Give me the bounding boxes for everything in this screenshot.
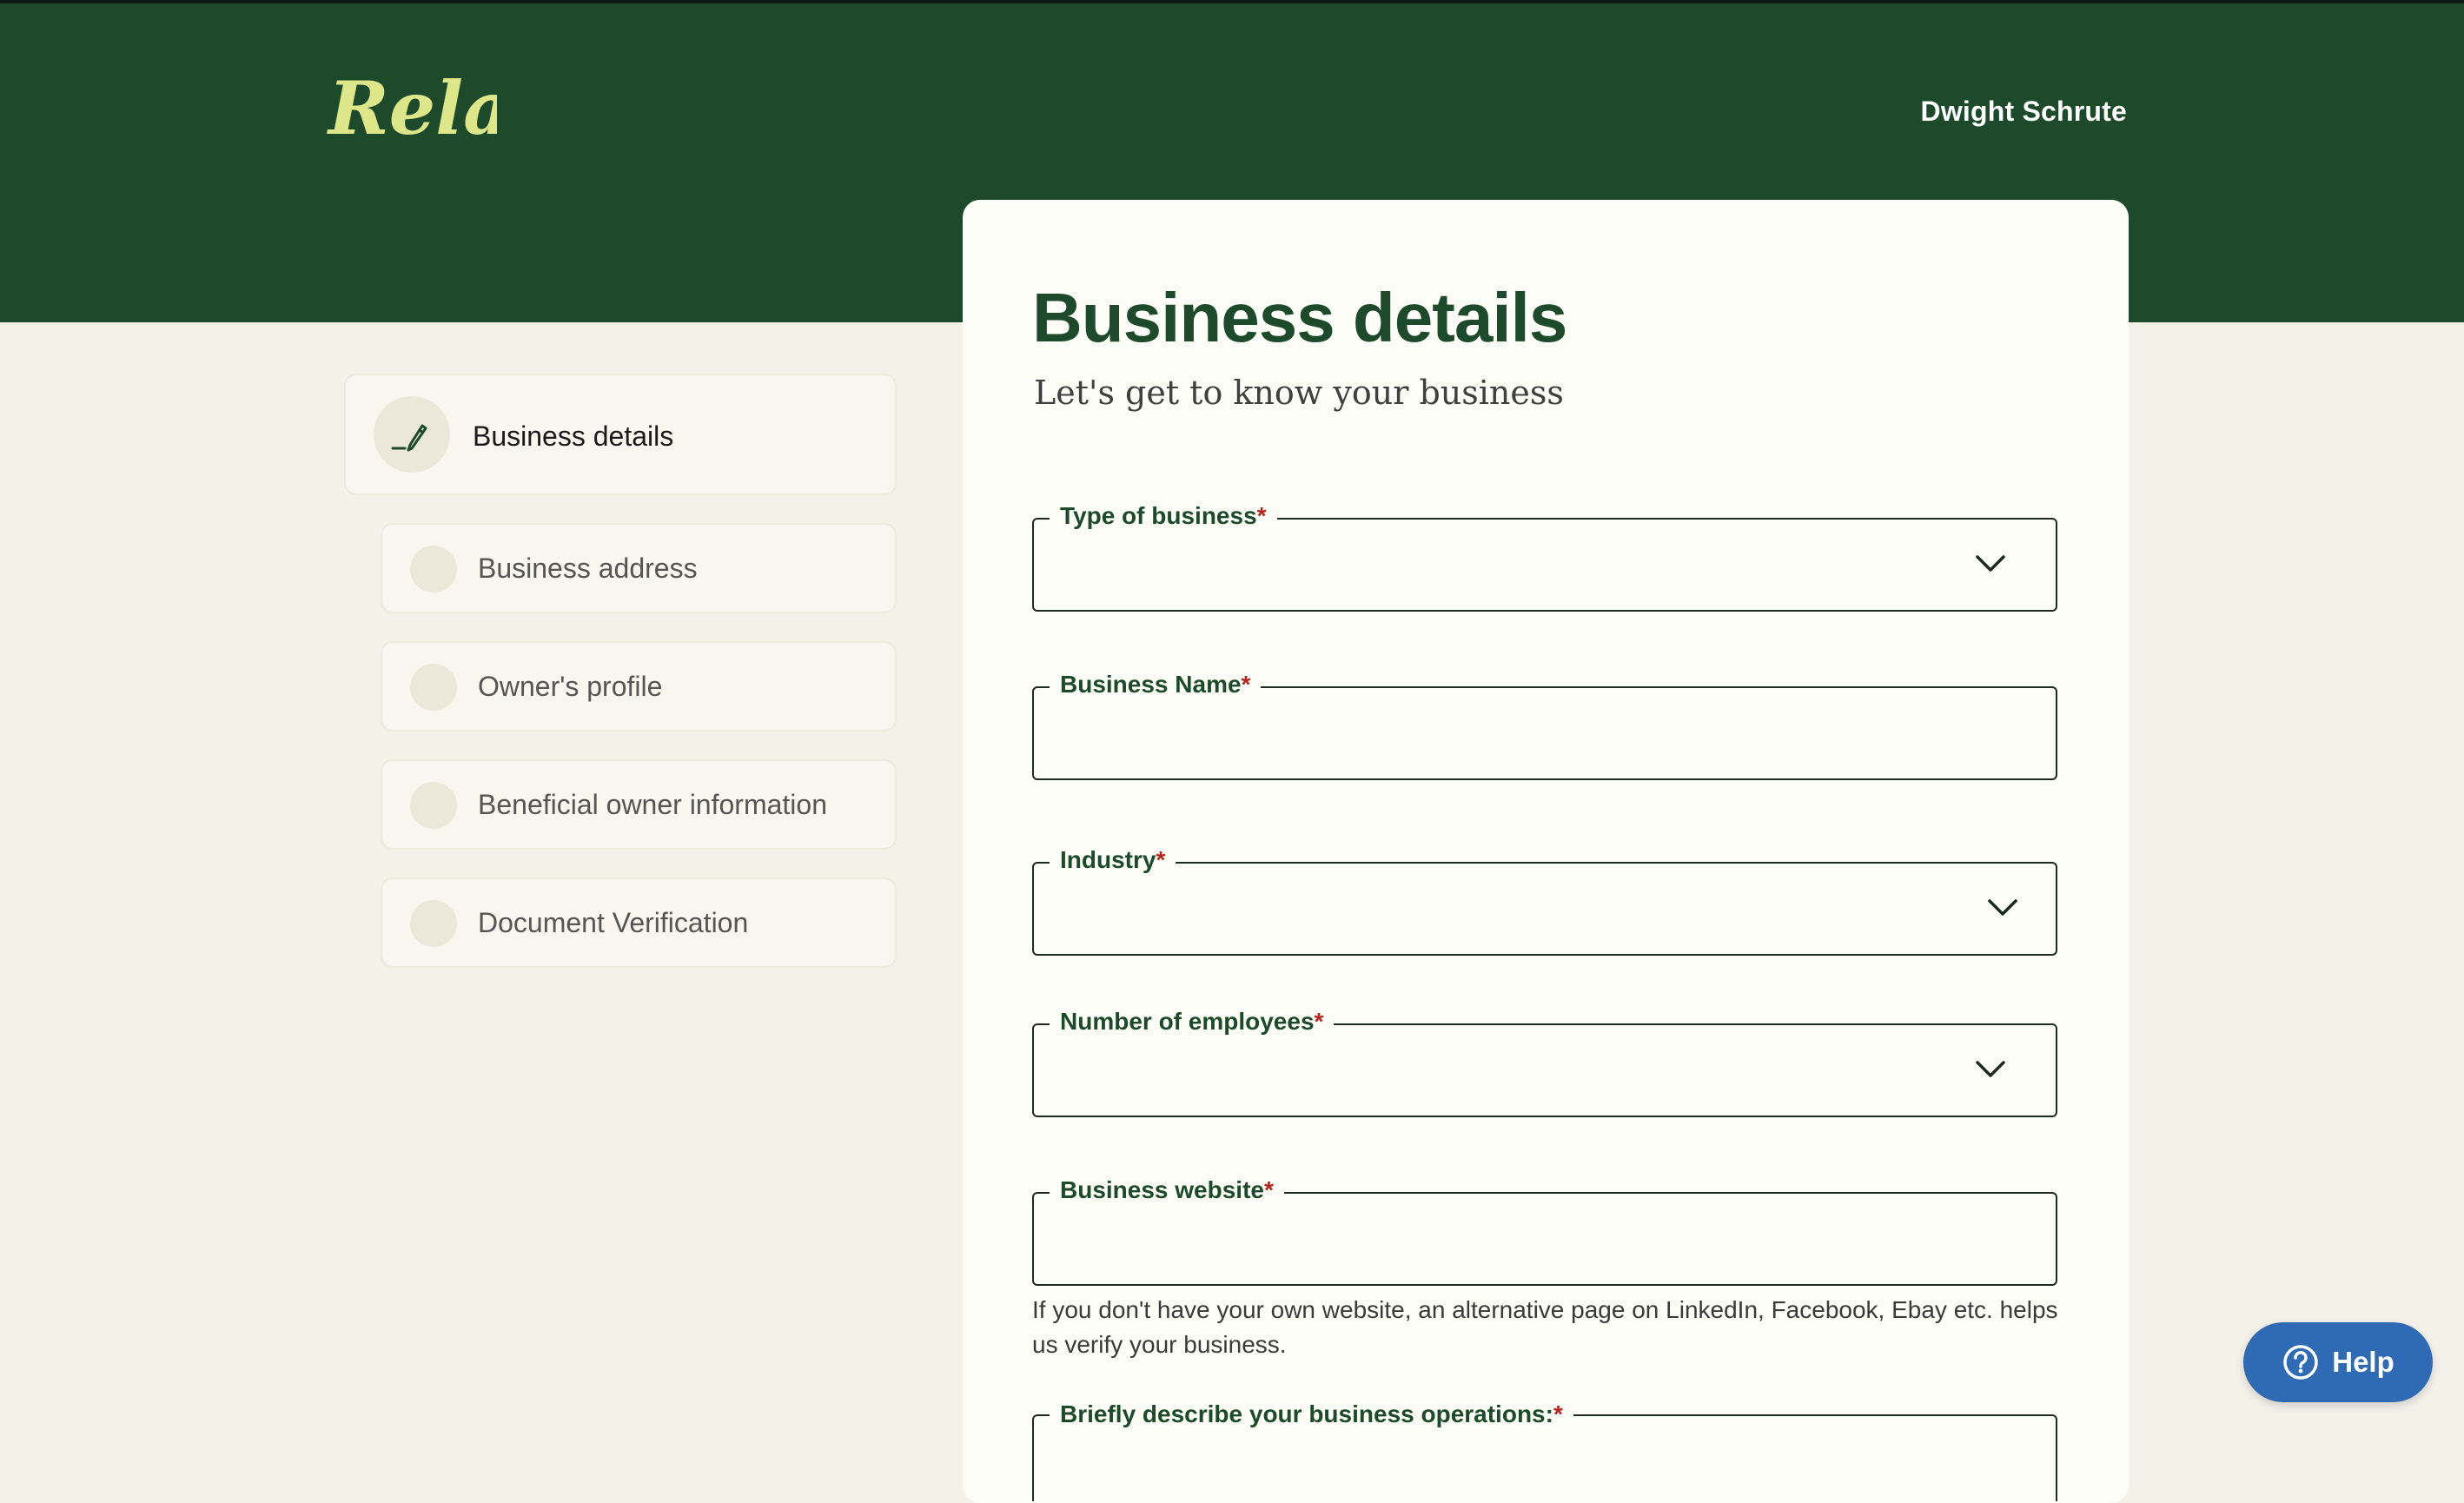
field-label: Business Name* <box>1050 671 1262 699</box>
step-indicator <box>410 782 457 829</box>
question-circle-icon <box>2283 1345 2318 1380</box>
step-beneficial-owner-information[interactable]: Beneficial owner information <box>381 759 897 850</box>
step-label: Beneficial owner information <box>478 789 827 820</box>
user-name[interactable]: Dwight Schrute <box>1921 96 2127 128</box>
required-marker: * <box>1553 1400 1563 1427</box>
step-document-verification[interactable]: Document Verification <box>381 877 897 968</box>
pencil-icon <box>391 424 427 452</box>
page-title: Business details <box>1032 279 1567 356</box>
required-marker: * <box>1241 671 1251 698</box>
step-owners-profile[interactable]: Owner's profile <box>381 641 897 732</box>
industry-select[interactable]: Industry* <box>1032 846 2057 956</box>
field-label: Business website* <box>1050 1176 1284 1204</box>
help-label: Help <box>2332 1346 2394 1378</box>
field-label: Industry* <box>1050 846 1176 874</box>
logo-text: Relay <box>327 65 497 151</box>
page-subtitle: Let's get to know your business <box>1034 374 1564 412</box>
form-card: Business details Let's get to know your … <box>963 200 2129 1503</box>
business-website-input[interactable]: Business website* <box>1032 1176 2057 1286</box>
type-of-business-select[interactable]: Type of business* <box>1032 502 2057 612</box>
required-marker: * <box>1256 502 1267 529</box>
step-label: Business address <box>478 553 698 584</box>
chevron-down-icon[interactable] <box>1976 554 2005 573</box>
step-business-details[interactable]: Business details <box>344 374 897 495</box>
step-business-address[interactable]: Business address <box>381 523 897 613</box>
step-active-indicator <box>374 396 450 473</box>
step-label: Business details <box>473 420 674 452</box>
business-operations-textarea[interactable]: Briefly describe your business operation… <box>1032 1400 2057 1501</box>
business-name-input[interactable]: Business Name* <box>1032 671 2057 780</box>
number-of-employees-select[interactable]: Number of employees* <box>1032 1008 2057 1117</box>
website-helper-text: If you don't have your own website, an a… <box>1032 1296 2058 1358</box>
relay-logo[interactable]: Relay <box>327 57 497 165</box>
field-label: Type of business* <box>1050 502 1277 530</box>
step-indicator <box>410 664 457 711</box>
required-marker: * <box>1263 1176 1274 1203</box>
required-marker: * <box>1314 1008 1324 1035</box>
step-indicator <box>410 900 457 947</box>
step-indicator <box>410 546 457 593</box>
step-label: Document Verification <box>478 907 749 938</box>
field-label: Number of employees* <box>1050 1008 1335 1036</box>
help-button[interactable]: Help <box>2243 1322 2433 1402</box>
field-label: Briefly describe your business operation… <box>1050 1400 1573 1428</box>
chevron-down-icon[interactable] <box>1976 1060 2005 1079</box>
step-label: Owner's profile <box>478 671 663 702</box>
required-marker: * <box>1156 846 1166 873</box>
chevron-down-icon[interactable] <box>1988 898 2017 917</box>
